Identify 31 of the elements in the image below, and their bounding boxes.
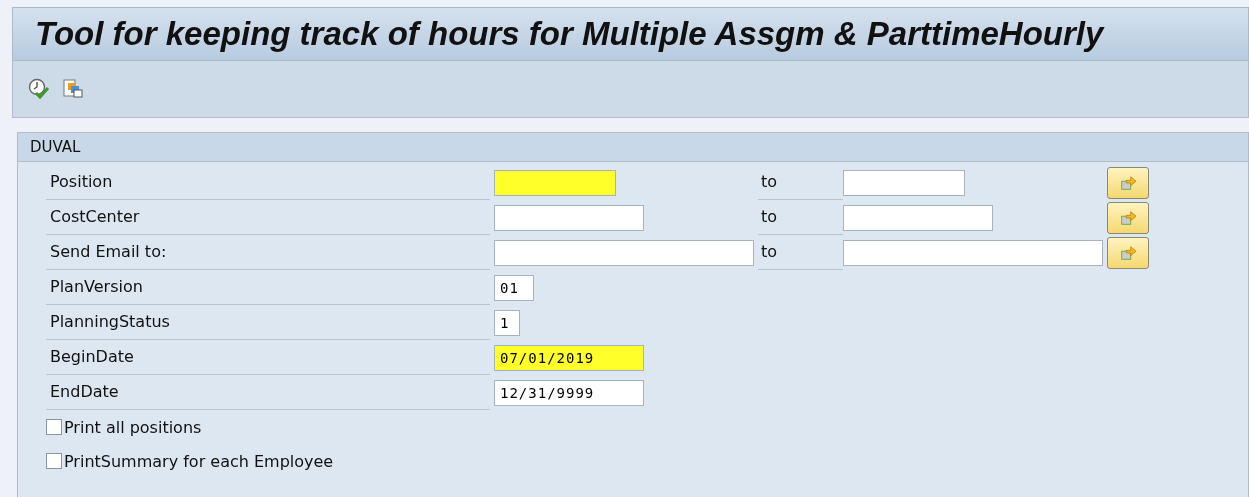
input-field[interactable] [843, 239, 1103, 266]
arrow-icon [1118, 173, 1138, 192]
field-label: Send Email to: [46, 235, 490, 270]
input-field[interactable] [843, 169, 965, 196]
multiple-selection-button[interactable] [1107, 166, 1149, 199]
execute-icon[interactable] [28, 78, 50, 100]
field-label: Position [46, 165, 490, 200]
field-label: BeginDate [46, 340, 490, 375]
input-field[interactable] [494, 204, 644, 231]
input-field[interactable] [494, 169, 616, 196]
input-field[interactable] [494, 239, 754, 266]
field-label: PlanningStatus [46, 305, 490, 340]
arrow-icon [1118, 243, 1138, 262]
input-field[interactable]: 01 [494, 274, 534, 301]
field-label: PlanVersion [46, 270, 490, 305]
input-field[interactable]: 12/31/9999 [494, 379, 644, 406]
copy-icon[interactable] [62, 78, 84, 100]
checkbox[interactable] [46, 419, 62, 435]
field-label: CostCenter [46, 200, 490, 235]
input-field[interactable]: 07/01/2019 [494, 344, 644, 371]
multiple-selection-button[interactable] [1107, 201, 1149, 234]
input-field[interactable]: 1 [494, 309, 520, 336]
field-label: EndDate [46, 375, 490, 410]
checkbox-label: Print all positions [64, 417, 202, 437]
arrow-icon [1118, 208, 1138, 227]
checkbox-label: PrintSummary for each Employee [64, 451, 334, 471]
group-title: DUVAL [30, 138, 81, 156]
input-field[interactable] [843, 204, 993, 231]
multiple-selection-button[interactable] [1107, 236, 1149, 269]
window-title: Tool for keeping track of hours for Multiple Assgm & ParttimeHourly [35, 15, 1104, 53]
checkbox[interactable] [46, 453, 62, 469]
